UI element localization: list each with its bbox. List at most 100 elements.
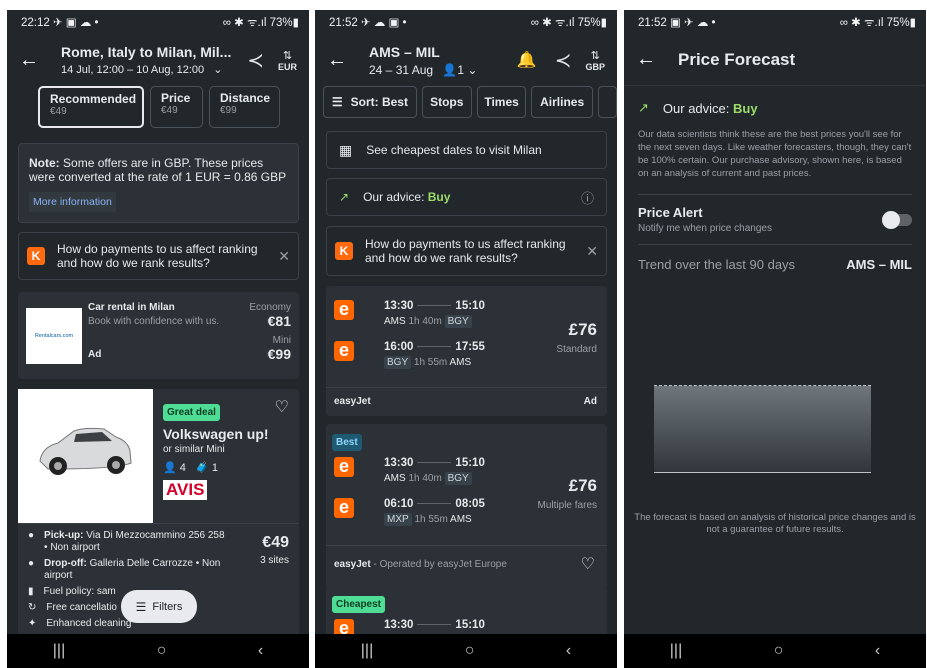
flight-result-ad[interactable]: e 13:30 15:10 AMS 1h 40m BGY e 16:00 17:55… [326, 286, 607, 416]
easyjet-logo-icon: e [334, 457, 354, 477]
heart-icon[interactable]: ♡ [275, 397, 289, 417]
home-icon[interactable]: ○ [774, 642, 784, 660]
header: ← Rome, Italy to Milan, Mil... 14 Jul, 1… [7, 34, 309, 86]
bell-icon[interactable]: 🔔 [517, 50, 537, 70]
car-similar: or similar Mini [163, 444, 225, 455]
stops-chip[interactable]: Stops [421, 86, 472, 118]
car-image [18, 389, 153, 523]
tab-price[interactable]: Price €49 [150, 86, 203, 128]
search-summary[interactable]: Rome, Italy to Milan, Mil... 14 Jul, 12:… [61, 44, 247, 76]
airline-name: easyJet [334, 559, 371, 570]
car-result-card[interactable]: Great deal Volkswagen up! or similar Min… [18, 389, 299, 668]
sort-chip[interactable]: ☰ Sort: Best [323, 86, 417, 118]
car-name: Volkswagen up! [163, 426, 269, 442]
avis-logo: AVIS [163, 480, 208, 500]
trend-up-icon: ↗ [339, 190, 350, 204]
kayak-k-icon: K [27, 247, 45, 265]
status-bar: 22:12 ✈ ▣ ☁ • ∞ ✱ ᯤ.ıl 73%▮ [7, 10, 309, 34]
flight-results-screen: 21:52 ✈ ☁ ▣ • ∞ ✱ ᯤ.ıl 75%▮ ← AMS – MIL … [315, 10, 617, 668]
header: ← AMS – MIL 24 – 31 Aug 👤1 ⌄ 🔔 ≺ ⇅ GBP [315, 34, 617, 86]
currency-switch-icon: ⇅ [282, 49, 293, 62]
operated-by: - Operated by easyJet Europe [370, 559, 507, 570]
home-icon[interactable]: ○ [157, 642, 167, 660]
filter-chips: ☰ Sort: Best Stops Times Airlines [315, 86, 617, 118]
search-summary[interactable]: AMS – MIL 24 – 31 Aug 👤1 ⌄ [369, 44, 517, 77]
currency-switch-icon: ⇅ [590, 49, 600, 62]
currency-button[interactable]: ⇅ GBP [585, 49, 605, 72]
times-chip[interactable]: Times [476, 86, 527, 118]
car-rental-ad[interactable]: Rentalcars.com Car rental in Milan Book … [18, 292, 299, 379]
close-icon[interactable]: ✕ [278, 248, 290, 265]
tab-recommended[interactable]: Recommended €49 [38, 86, 144, 128]
ad-title: Car rental in Milan [88, 302, 175, 313]
currency-label: EUR [277, 61, 297, 72]
price-forecast-screen: 21:52 ▣ ✈ ☁ • ∞ ✱ ᯤ.ıl 75%▮ ← Price Fore… [624, 10, 926, 668]
recent-apps-icon[interactable]: ||| [53, 642, 65, 660]
page-title: Price Forecast [678, 49, 796, 69]
share-icon[interactable]: ≺ [555, 48, 572, 73]
currency-note-card: Note: Some offers are in GBP. These pric… [18, 143, 299, 223]
refresh-icon: ↻ [28, 602, 37, 613]
trend-header: Trend over the last 90 days AMS – MIL [638, 257, 912, 272]
payments-info-card[interactable]: K How do payments to us affect ranking a… [18, 232, 299, 280]
ad-price-economy: €81 [267, 313, 291, 329]
note-text: Some offers are in GBP. These prices wer… [29, 156, 287, 184]
best-badge: Best [332, 434, 362, 451]
tab-distance[interactable]: Distance €99 [209, 86, 280, 128]
back-nav-icon[interactable]: ‹ [875, 642, 880, 660]
car-rental-screen: 22:12 ✈ ▣ ☁ • ∞ ✱ ᯤ.ıl 73%▮ ← Rome, Ital… [7, 10, 309, 668]
back-arrow-icon[interactable]: ← [19, 49, 43, 72]
car-price: €49 [262, 534, 289, 551]
header: ← Price Forecast [624, 34, 926, 86]
easyjet-logo-icon: e [334, 341, 354, 361]
heart-icon[interactable]: ♡ [581, 554, 595, 574]
price-alert-title: Price Alert [638, 205, 703, 220]
easyjet-logo-icon: e [334, 300, 354, 320]
sort-tabs: Recommended €49 Price €49 Distance €99 [7, 86, 309, 128]
recent-apps-icon[interactable]: ||| [361, 642, 373, 660]
flight-price: £76 [568, 476, 597, 495]
forecast-disclaimer: The forecast is based on analysis of his… [634, 512, 916, 535]
close-icon[interactable]: ✕ [586, 243, 598, 260]
cleaning-icon: ✦ [28, 618, 37, 629]
location-pin-icon: ● [28, 558, 35, 569]
airlines-chip[interactable]: Airlines [531, 86, 593, 118]
status-time: 22:12 ✈ ▣ ☁ • [21, 17, 99, 29]
status-bar: 21:52 ▣ ✈ ☁ • ∞ ✱ ᯤ.ıl 75%▮ [624, 10, 926, 34]
status-icons: ∞ ✱ ᯤ.ıl 75%▮ [839, 16, 916, 29]
recent-apps-icon[interactable]: ||| [670, 642, 682, 660]
trend-label: Trend over the last 90 days [638, 257, 796, 272]
more-chip[interactable] [597, 86, 617, 118]
trend-route: AMS – MIL [846, 257, 912, 272]
back-arrow-icon[interactable]: ← [636, 48, 660, 71]
status-bar: 21:52 ✈ ☁ ▣ • ∞ ✱ ᯤ.ıl 75%▮ [315, 10, 617, 34]
kayak-k-icon: K [335, 242, 353, 260]
location-pin-icon: ● [28, 530, 35, 541]
price-alert-subtitle: Notify me when price changes [638, 223, 772, 234]
fare-type: Standard [556, 344, 597, 355]
price-trend-chart [654, 385, 871, 473]
filters-button[interactable]: ☰ Filters [121, 590, 197, 623]
home-icon[interactable]: ○ [465, 642, 475, 660]
payments-text: How do payments to us affect ranking and… [365, 237, 566, 265]
airline-name: easyJet [334, 396, 371, 407]
cheapest-dates-card[interactable]: ▦ See cheapest dates to visit Milan [326, 131, 607, 169]
flight-leg: e 13:30 15:10 AMS 1h 40m BGY [334, 457, 485, 485]
more-info-link[interactable]: More information [29, 192, 116, 212]
payments-info-card[interactable]: K How do payments to us affect ranking a… [326, 226, 607, 276]
status-icons: ∞ ✱ ᯤ.ıl 75%▮ [530, 16, 607, 29]
back-nav-icon[interactable]: ‹ [258, 642, 263, 660]
back-arrow-icon[interactable]: ← [327, 49, 351, 72]
price-alert-toggle[interactable] [882, 210, 912, 229]
share-icon[interactable]: ≺ [247, 48, 264, 73]
advice-card[interactable]: ↗ Our advice: Buy ⓘ [326, 178, 607, 216]
currency-button[interactable]: ⇅ EUR [278, 49, 297, 72]
info-icon[interactable]: ⓘ [581, 188, 594, 207]
advice-heading: ↗ Our advice: Buy [638, 100, 758, 116]
dates: 24 – 31 Aug [369, 62, 434, 77]
flight-leg: e 06:10 08:05 MXP 1h 55m AMS [334, 498, 485, 526]
back-nav-icon[interactable]: ‹ [566, 642, 571, 660]
easyjet-logo-icon: e [334, 498, 354, 518]
flight-result-best[interactable]: Best e 13:30 15:10 AMS 1h 40m BGY e 06:10… [326, 424, 607, 589]
trend-up-icon: ↗ [638, 100, 649, 115]
